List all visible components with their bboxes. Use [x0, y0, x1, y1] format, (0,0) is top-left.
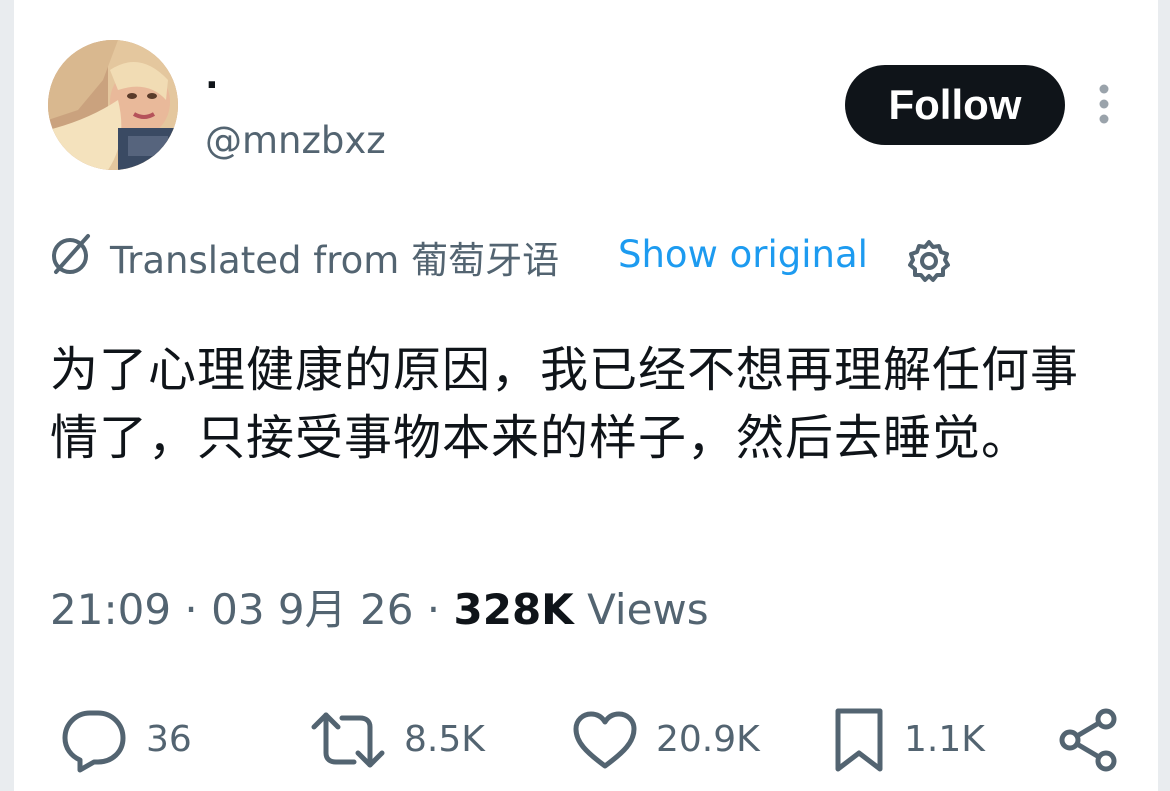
- tweet-text: 为了心理健康的原因，我已经不想再理解任何事情了，只接受事物本来的样子，然后去睡觉…: [50, 342, 1080, 466]
- reply-button[interactable]: 36: [60, 700, 192, 780]
- like-button[interactable]: 20.9K: [572, 700, 760, 780]
- translated-from-label: Translated from 葡萄牙语: [110, 239, 560, 282]
- heart-icon: [573, 711, 637, 769]
- avatar-image: [48, 40, 178, 170]
- meta-separator: ·: [184, 585, 198, 634]
- bookmark-icon: [835, 708, 883, 772]
- bookmark-button[interactable]: 1.1K: [832, 700, 985, 780]
- tweet-meta: 21:09 · 03 9月 26 · 328K Views: [50, 582, 709, 638]
- translate-icon: [48, 230, 96, 278]
- display-name[interactable]: ·: [205, 64, 219, 108]
- views-label: Views: [587, 585, 709, 634]
- share-button[interactable]: [1056, 700, 1120, 780]
- repost-button[interactable]: 8.5K: [310, 700, 485, 780]
- share-icon: [1059, 708, 1117, 772]
- translation-bar: Translated from 葡萄牙语 Show original: [48, 228, 968, 288]
- left-frame-edge: [0, 0, 14, 791]
- more-options-icon[interactable]: [1092, 82, 1116, 126]
- reply-icon: [62, 710, 126, 773]
- like-count: 20.9K: [656, 719, 760, 760]
- views-count: 328K: [453, 585, 574, 634]
- tweet-time[interactable]: 21:09: [50, 585, 171, 634]
- meta-separator: ·: [426, 585, 441, 634]
- gear-icon[interactable]: [906, 238, 952, 284]
- show-original-link[interactable]: Show original: [618, 232, 868, 278]
- repost-count: 8.5K: [404, 719, 485, 760]
- tweet-actions: 36 8.5K 20.9K 1.1K: [0, 700, 1170, 780]
- avatar[interactable]: [48, 40, 178, 170]
- user-handle[interactable]: @mnzbxz: [205, 118, 386, 164]
- follow-button[interactable]: Follow: [845, 65, 1065, 145]
- repost-icon: [311, 712, 385, 768]
- bookmark-count: 1.1K: [904, 719, 985, 760]
- right-frame-edge: [1158, 0, 1170, 791]
- reply-count: 36: [146, 719, 192, 760]
- tweet-date[interactable]: 03 9月 26: [211, 585, 413, 634]
